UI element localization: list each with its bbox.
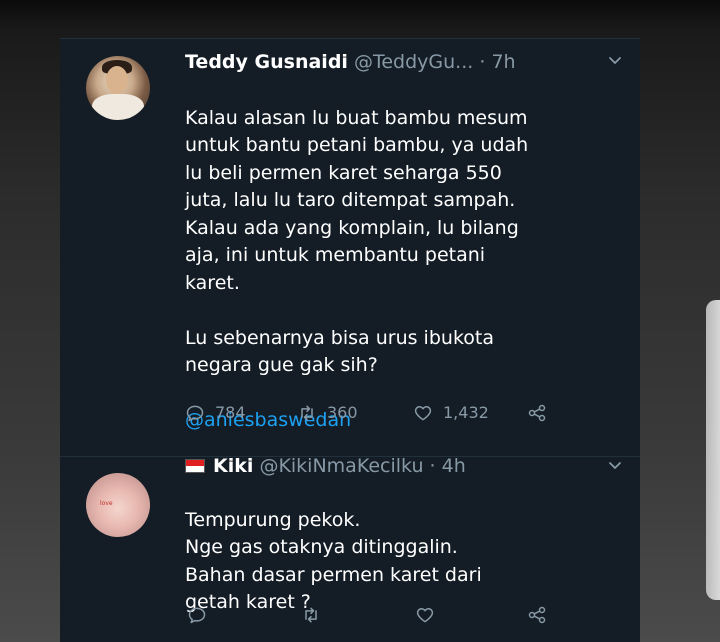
author-name[interactable]: Teddy Gusnaidi bbox=[185, 51, 348, 73]
tweet-time[interactable]: · 4h bbox=[430, 455, 466, 477]
avatar[interactable] bbox=[86, 56, 150, 120]
tweet-actions: 784 360 1,432 bbox=[185, 401, 625, 425]
reply-icon bbox=[186, 405, 204, 422]
retweet-icon bbox=[301, 405, 313, 421]
author-handle[interactable]: @KikiNmaKecilku bbox=[259, 455, 423, 477]
share-button[interactable] bbox=[527, 603, 547, 627]
tweet-kiki[interactable]: love Kiki @KikiNmaKecilku · 4h Tempurung… bbox=[60, 455, 640, 642]
like-button[interactable]: 1,432 bbox=[413, 401, 489, 425]
retweet-button[interactable]: 360 bbox=[297, 401, 358, 425]
retweet-count: 360 bbox=[327, 403, 358, 422]
share-icon bbox=[528, 404, 546, 422]
share-icon bbox=[528, 606, 546, 624]
tweet-body: Kalau alasan lu buat bambu mesum untuk b… bbox=[185, 106, 529, 377]
avatar[interactable]: love bbox=[86, 473, 150, 537]
tweet-actions bbox=[185, 603, 625, 627]
retweet-button[interactable] bbox=[301, 603, 321, 627]
retweet-icon bbox=[305, 607, 317, 623]
tweet-teddy[interactable]: Teddy Gusnaidi @TeddyGu... · 7h Kalau al… bbox=[60, 39, 640, 457]
reply-count: 784 bbox=[215, 403, 246, 422]
indonesia-flag-icon bbox=[185, 459, 205, 473]
tweet-header: Teddy Gusnaidi @TeddyGu... · 7h bbox=[185, 49, 625, 75]
tweet-time[interactable]: · 7h bbox=[479, 51, 515, 73]
heart-icon bbox=[416, 608, 434, 623]
reply-button[interactable]: 784 bbox=[185, 401, 246, 425]
author-handle[interactable]: @TeddyGu... bbox=[354, 51, 473, 73]
adjacent-screen-edge bbox=[706, 300, 720, 600]
tweet-text: Kalau alasan lu buat bambu mesum untuk b… bbox=[185, 77, 625, 435]
chevron-down-icon[interactable] bbox=[605, 52, 625, 72]
heart-icon bbox=[414, 406, 432, 421]
author-name[interactable]: Kiki bbox=[213, 455, 253, 477]
tweet-text: Tempurung pekok. Nge gas otaknya ditingg… bbox=[185, 479, 625, 617]
chevron-down-icon[interactable] bbox=[605, 457, 625, 477]
tweet-thread: Teddy Gusnaidi @TeddyGu... · 7h Kalau al… bbox=[60, 38, 640, 642]
reply-icon bbox=[188, 607, 206, 624]
tweet-header: Kiki @KikiNmaKecilku · 4h bbox=[185, 453, 625, 479]
share-button[interactable] bbox=[527, 401, 547, 425]
like-count: 1,432 bbox=[443, 403, 489, 422]
like-button[interactable] bbox=[415, 603, 435, 627]
reply-button[interactable] bbox=[187, 603, 207, 627]
tweet-body: Tempurung pekok. Nge gas otaknya ditingg… bbox=[185, 508, 482, 614]
